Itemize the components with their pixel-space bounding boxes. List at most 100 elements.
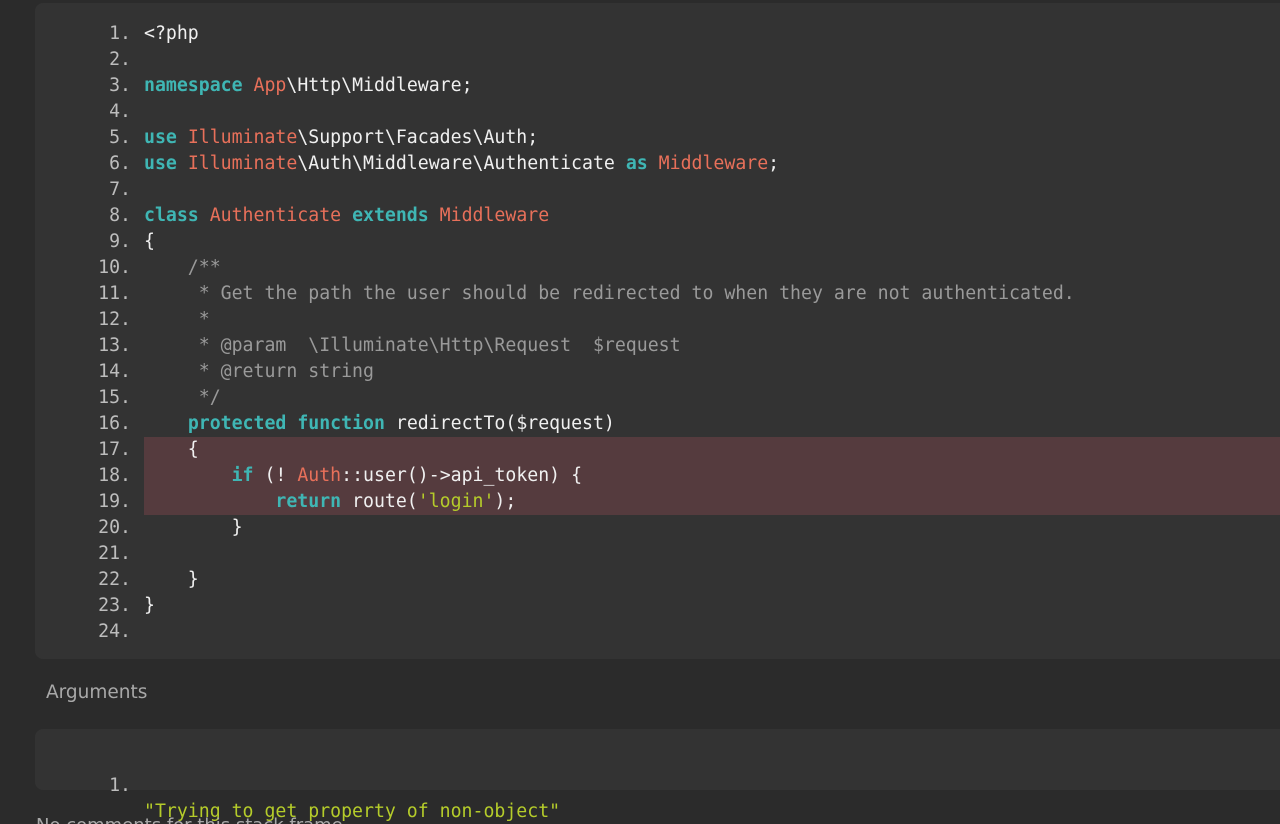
- code-line: 19. return route('login');: [35, 489, 1280, 515]
- argument-number: 1.: [109, 775, 131, 796]
- code-line: 5. use Illuminate\Support\Facades\Auth;: [35, 125, 1280, 151]
- line-code: */: [144, 385, 221, 411]
- code-line: 14. * @return string: [35, 359, 1280, 385]
- code-token: *: [144, 309, 210, 330]
- code-token: class: [144, 205, 199, 226]
- line-code: protected function redirectTo($request): [144, 411, 615, 437]
- code-line: 11. * Get the path the user should be re…: [35, 281, 1280, 307]
- code-token: <?php: [144, 23, 199, 44]
- code-line: 2.: [35, 47, 1280, 73]
- line-number: 13.: [98, 335, 131, 356]
- line-number: 23.: [98, 595, 131, 616]
- code-token: }: [144, 595, 155, 616]
- code-token: Illuminate: [187, 153, 298, 174]
- argument-row: 1. "Trying to get property of non-object…: [35, 747, 1280, 822]
- line-number: 19.: [98, 491, 131, 512]
- code-token: }: [144, 517, 243, 538]
- code-token: (!: [253, 465, 298, 486]
- code-token: );: [494, 491, 517, 512]
- line-code: }: [144, 567, 199, 593]
- line-number: 14.: [98, 361, 131, 382]
- line-number: 11.: [98, 283, 131, 304]
- code-token: {: [144, 439, 199, 460]
- code-line: 3. namespace App\Http\Middleware;: [35, 73, 1280, 99]
- code-token: */: [144, 387, 221, 408]
- code-token: extends: [352, 205, 429, 226]
- code-line: 24.: [35, 619, 1280, 645]
- line-number: 6.: [109, 153, 131, 174]
- code-lines: 1. <?php 2. 3. namespace App\Http\Middleware…: [35, 21, 1280, 645]
- code-token: Authenticate: [209, 205, 342, 226]
- code-token: use: [144, 153, 177, 174]
- code-line: 20. }: [35, 515, 1280, 541]
- code-token: \Http\Middleware;: [286, 75, 473, 96]
- line-number: 10.: [98, 257, 131, 278]
- code-token: * Get the path the user should be redire…: [144, 283, 1075, 304]
- line-number: 15.: [98, 387, 131, 408]
- line-number: 18.: [98, 465, 131, 486]
- line-code: {: [144, 437, 199, 463]
- line-number: 17.: [98, 439, 131, 460]
- code-token: {: [144, 231, 155, 252]
- code-line: 9. {: [35, 229, 1280, 255]
- code-line: 1. <?php: [35, 21, 1280, 47]
- frame-comments-note: No comments for this stack frame.: [36, 815, 348, 824]
- line-code: }: [144, 515, 243, 541]
- line-code: {: [144, 229, 155, 255]
- line-code: class Authenticate extends Middleware: [144, 203, 549, 229]
- code-token: route(: [341, 491, 418, 512]
- code-snippet-panel: 1. <?php 2. 3. namespace App\Http\Middleware…: [35, 3, 1280, 659]
- code-token: 'login': [417, 491, 495, 512]
- arguments-heading: Arguments: [46, 682, 148, 703]
- line-code: <?php: [144, 21, 199, 47]
- code-token: as: [625, 153, 648, 174]
- code-line: 10. /**: [35, 255, 1280, 281]
- code-token: Auth: [297, 465, 342, 486]
- line-code: *: [144, 307, 210, 333]
- line-number: 21.: [98, 543, 131, 564]
- line-number: 9.: [109, 231, 131, 252]
- code-token: * @param \Illuminate\Http\Request $reque…: [144, 335, 681, 356]
- code-line: 8. class Authenticate extends Middleware: [35, 203, 1280, 229]
- code-token: \Auth\Middleware\Authenticate: [297, 153, 626, 174]
- code-token: /**: [144, 257, 221, 278]
- code-token: \Support\Facades\Auth;: [297, 127, 539, 148]
- code-line: 17. {: [35, 437, 1280, 463]
- line-number: 24.: [98, 621, 131, 642]
- line-code: * @param \Illuminate\Http\Request $reque…: [144, 333, 681, 359]
- code-line: 6. use Illuminate\Auth\Middleware\Authent…: [35, 151, 1280, 177]
- line-code: * Get the path the user should be redire…: [144, 281, 1075, 307]
- code-token: function: [297, 413, 385, 434]
- line-number: 16.: [98, 413, 131, 434]
- line-code: namespace App\Http\Middleware;: [144, 73, 473, 99]
- code-line: 7.: [35, 177, 1280, 203]
- code-token: Middleware: [439, 205, 550, 226]
- code-line: 15. */: [35, 385, 1280, 411]
- code-token: use: [144, 127, 177, 148]
- code-token: protected: [187, 413, 287, 434]
- code-line: 21.: [35, 541, 1280, 567]
- code-token: Illuminate: [187, 127, 298, 148]
- code-line: 18. if (! Auth::user()->api_token) {: [35, 463, 1280, 489]
- line-number: 1.: [109, 23, 131, 44]
- line-number: 8.: [109, 205, 131, 226]
- line-code: if (! Auth::user()->api_token) {: [144, 463, 582, 489]
- line-code: use Illuminate\Auth\Middleware\Authentic…: [144, 151, 779, 177]
- line-code: /**: [144, 255, 221, 281]
- code-token: }: [144, 569, 199, 590]
- line-code: * @return string: [144, 359, 374, 385]
- line-code: return route('login');: [144, 489, 516, 515]
- code-token: namespace: [144, 75, 243, 96]
- line-number: 20.: [98, 517, 131, 538]
- code-token: return: [275, 491, 342, 512]
- code-token: App: [253, 75, 287, 96]
